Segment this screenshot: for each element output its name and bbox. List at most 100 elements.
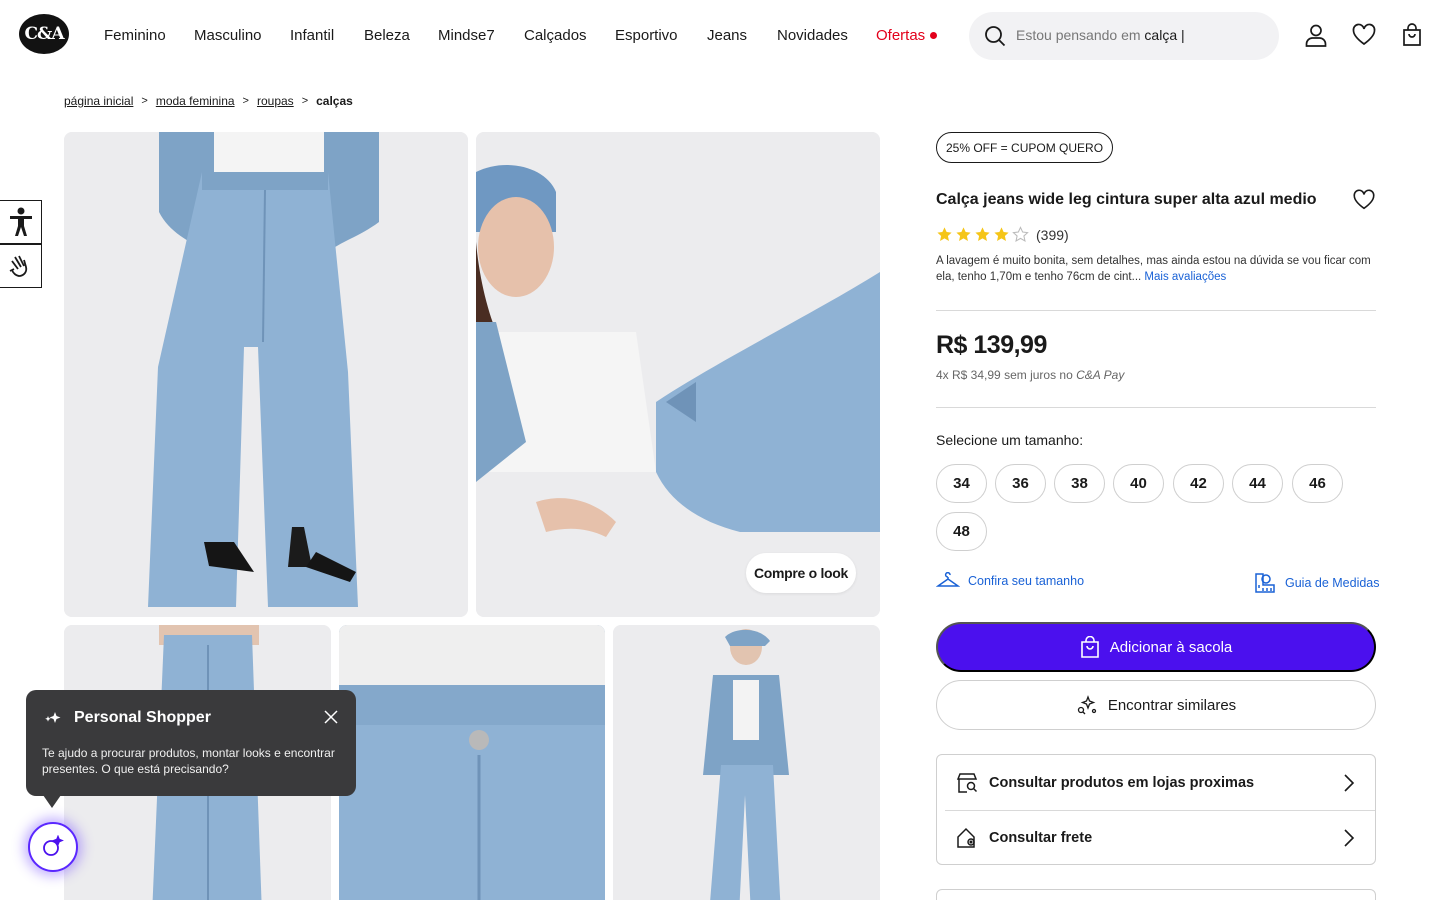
search-placeholder: Estou pensando em bbox=[1016, 27, 1141, 43]
installment-pay-method: C&A Pay bbox=[1076, 368, 1125, 382]
store-search-icon bbox=[956, 772, 978, 793]
accessibility-button[interactable] bbox=[0, 200, 42, 244]
site-header: C&A Feminino Masculino Infantil Beleza M… bbox=[0, 0, 1440, 72]
size-option-42[interactable]: 42 bbox=[1173, 464, 1224, 503]
more-reviews-link[interactable]: Mais avaliações bbox=[1144, 271, 1226, 283]
nav-item-novidades[interactable]: Novidades bbox=[777, 26, 876, 46]
nav-item-esportivo[interactable]: Esportivo bbox=[615, 26, 707, 46]
size-option-44[interactable]: 44 bbox=[1232, 464, 1283, 503]
review-count[interactable]: (399) bbox=[1036, 227, 1069, 243]
nav-item-calcados[interactable]: Calçados bbox=[524, 26, 615, 46]
nav-item-infantil[interactable]: Infantil bbox=[290, 26, 364, 46]
add-to-bag-button[interactable]: Adicionar à sacola bbox=[936, 622, 1376, 672]
model-front-illustration bbox=[64, 132, 468, 617]
user-icon[interactable] bbox=[1303, 22, 1329, 48]
nav-item-ofertas-label: Ofertas bbox=[876, 27, 926, 44]
breadcrumb-separator: > bbox=[141, 95, 148, 107]
model-lying-illustration bbox=[476, 132, 880, 617]
search-caret: | bbox=[1177, 27, 1185, 43]
star-empty-icon bbox=[1012, 226, 1029, 242]
find-similar-label: Encontrar similares bbox=[1107, 696, 1237, 714]
sparkle-icon bbox=[45, 712, 61, 723]
heart-icon[interactable] bbox=[1351, 22, 1377, 48]
sign-language-icon bbox=[9, 255, 27, 277]
hanger-icon bbox=[936, 572, 960, 587]
breadcrumb-link-roupas[interactable]: roupas bbox=[257, 94, 294, 108]
search-typed-text: calça bbox=[1144, 27, 1178, 43]
sparkle-search-icon bbox=[1077, 695, 1096, 715]
waist-detail-illustration bbox=[339, 625, 605, 900]
ruler-icon bbox=[1255, 573, 1275, 593]
personal-shopper-button[interactable] bbox=[28, 822, 78, 872]
size-option-40[interactable]: 40 bbox=[1113, 464, 1164, 503]
size-label: Selecione um tamanho: bbox=[936, 432, 1084, 448]
star-filled-icon bbox=[956, 227, 971, 241]
size-guide-link[interactable]: Guia de Medidas bbox=[1253, 572, 1380, 594]
model-full-illustration bbox=[613, 625, 880, 900]
personal-shopper-message: Te ajudo a procurar produtos, montar loo… bbox=[42, 746, 335, 776]
personal-shopper-title: Personal Shopper bbox=[74, 709, 211, 726]
nav-item-masculino[interactable]: Masculino bbox=[194, 26, 290, 46]
size-option-46[interactable]: 46 bbox=[1292, 464, 1343, 503]
nav-item-ofertas[interactable]: Ofertas bbox=[876, 26, 938, 46]
personal-shopper-popup: Personal Shopper Te ajudo a procurar pro… bbox=[26, 690, 356, 808]
check-size-link[interactable]: Confira seu tamanho bbox=[936, 572, 1084, 590]
installment-info: 4x R$ 34,99 sem juros no C&A Pay bbox=[936, 368, 1124, 382]
favorite-heart-icon[interactable] bbox=[1352, 188, 1376, 212]
nearby-stores-label: Consultar produtos em lojas proximas bbox=[989, 774, 1255, 791]
product-photo-detail[interactable] bbox=[339, 625, 605, 900]
ai-search-icon bbox=[43, 835, 64, 856]
product-price: R$ 139,99 bbox=[936, 331, 1047, 359]
star-filled-icon bbox=[994, 227, 1009, 241]
add-to-bag-label: Adicionar à sacola bbox=[1109, 638, 1233, 656]
breadcrumb-current: calças bbox=[316, 94, 353, 108]
size-option-34[interactable]: 34 bbox=[936, 464, 987, 503]
check-size-label: Confira seu tamanho bbox=[968, 574, 1085, 588]
search-bar[interactable]: Estou pensando em calça | bbox=[969, 12, 1279, 60]
breadcrumb-link-feminina[interactable]: moda feminina bbox=[156, 94, 235, 108]
rating-stars[interactable]: (399) bbox=[936, 226, 1069, 243]
find-similar-button[interactable]: Encontrar similares bbox=[936, 680, 1376, 730]
nav-item-jeans[interactable]: Jeans bbox=[707, 26, 777, 46]
shipping-label: Consultar frete bbox=[989, 829, 1093, 846]
chevron-right-icon bbox=[1344, 828, 1355, 847]
installment-amount: 4x R$ 34,99 bbox=[936, 368, 1001, 382]
shipping-option[interactable]: Consultar frete bbox=[937, 810, 1375, 865]
breadcrumb-separator: > bbox=[242, 95, 249, 107]
divider bbox=[936, 310, 1376, 311]
breadcrumb-separator: > bbox=[301, 95, 309, 107]
nav-item-feminino[interactable]: Feminino bbox=[104, 26, 194, 46]
search-input[interactable]: Estou pensando em calça | bbox=[1016, 27, 1185, 43]
size-guide-label: Guia de Medidas bbox=[1285, 576, 1380, 590]
product-title: Calça jeans wide leg cintura super alta … bbox=[936, 191, 1317, 208]
home-location-icon bbox=[957, 827, 975, 848]
installment-terms: sem juros no bbox=[1004, 368, 1073, 382]
coupon-badge: 25% OFF = CUPOM QUERO bbox=[936, 132, 1114, 163]
bag-icon[interactable] bbox=[1399, 22, 1425, 48]
rating-stars-holder bbox=[936, 226, 1029, 243]
nearby-stores-option[interactable]: Consultar produtos em lojas proximas bbox=[937, 755, 1375, 810]
brand-logo[interactable]: C&A bbox=[19, 14, 69, 54]
product-photo-full-look[interactable] bbox=[613, 625, 880, 900]
breadcrumb: página inicial > moda feminina > roupas … bbox=[64, 94, 353, 108]
close-icon[interactable] bbox=[324, 710, 338, 724]
size-option-48[interactable]: 48 bbox=[936, 512, 987, 551]
offers-dot bbox=[930, 31, 938, 39]
accessibility-icon bbox=[9, 207, 32, 236]
search-icon bbox=[985, 26, 1006, 47]
review-snippet: A lavagem é muito bonita, sem detalhes, … bbox=[936, 253, 1378, 285]
sign-language-button[interactable] bbox=[0, 244, 42, 288]
delivery-options: Consultar produtos em lojas proximas Con… bbox=[936, 754, 1376, 865]
breadcrumb-link-home[interactable]: página inicial bbox=[64, 94, 133, 108]
size-option-36[interactable]: 36 bbox=[995, 464, 1046, 503]
star-filled-icon bbox=[975, 227, 990, 241]
chevron-right-icon bbox=[1344, 773, 1355, 792]
product-photo-lying[interactable] bbox=[476, 132, 880, 617]
nav-item-beleza[interactable]: Beleza bbox=[364, 26, 438, 46]
product-photo-front[interactable] bbox=[64, 132, 468, 617]
nav-item-mindse7[interactable]: Mindse7 bbox=[438, 26, 524, 46]
bag-icon bbox=[1080, 636, 1099, 658]
next-section-box bbox=[936, 889, 1376, 900]
size-option-38[interactable]: 38 bbox=[1054, 464, 1105, 503]
shop-the-look-button[interactable]: Compre o look bbox=[746, 553, 856, 593]
